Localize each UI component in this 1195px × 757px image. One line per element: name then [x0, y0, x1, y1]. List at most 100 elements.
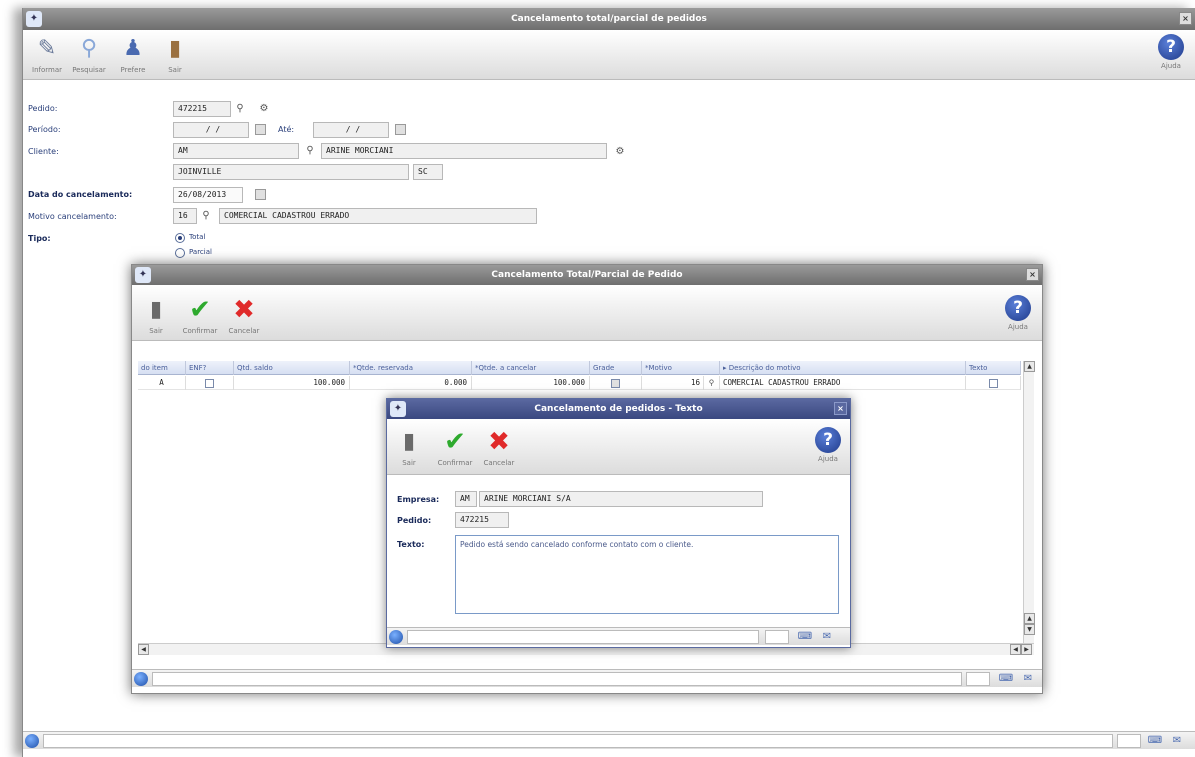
- close-icon[interactable]: ×: [1026, 268, 1039, 281]
- chat-icon[interactable]: ✉: [1020, 672, 1036, 686]
- text-cancelar-label: Cancelar: [483, 459, 515, 467]
- cancel-x-icon: ✖: [233, 295, 255, 325]
- status-field: [43, 734, 1113, 748]
- grid-header: do item ENF? Qtd. saldo *Qtde. reservada…: [138, 361, 1021, 375]
- dialog-statusbar: ⌨ ✉: [132, 669, 1042, 687]
- col-header-item[interactable]: do item: [138, 361, 186, 375]
- search-icon[interactable]: ⚲: [233, 102, 247, 116]
- grade-icon[interactable]: [611, 378, 620, 388]
- status-field: [407, 630, 759, 644]
- globe-icon[interactable]: [134, 672, 148, 686]
- keyboard-icon[interactable]: ⌨: [998, 672, 1014, 686]
- text-ajuda-label: Ajuda: [818, 455, 838, 463]
- pedido-label: Pedido:: [397, 516, 432, 525]
- prefere-button[interactable]: ♟ Prefere: [113, 34, 153, 74]
- exit-door-icon: ▮: [149, 297, 163, 322]
- tipo-label: Tipo:: [28, 234, 51, 243]
- cell-cancelar[interactable]: 100.000: [472, 376, 590, 390]
- cell-motivo[interactable]: 16: [642, 376, 704, 390]
- calendar-icon[interactable]: [395, 124, 406, 135]
- app-system-icon[interactable]: ✦: [135, 267, 151, 283]
- text-sair-button[interactable]: ▮ Sair: [389, 427, 429, 467]
- periodo-to-input[interactable]: / /: [313, 122, 389, 138]
- check-icon: ✔: [189, 295, 211, 325]
- sair-button[interactable]: ▮ Sair: [155, 34, 195, 74]
- pesquisar-label: Pesquisar: [72, 66, 106, 74]
- text-confirmar-button[interactable]: ✔ Confirmar: [435, 427, 475, 467]
- cancel-dialog-titlebar: ✦ Cancelamento Total/Parcial de Pedido ×: [132, 265, 1042, 285]
- text-ajuda-button[interactable]: ? Ajuda: [808, 427, 848, 463]
- close-icon[interactable]: ×: [1179, 12, 1192, 25]
- texto-textarea[interactable]: Pedido está sendo cancelado conforme con…: [455, 535, 839, 614]
- app-system-icon[interactable]: ✦: [390, 401, 406, 417]
- texto-checkbox[interactable]: [988, 378, 998, 388]
- exit-door-icon: ▮: [168, 36, 182, 61]
- scroll-up-icon[interactable]: ▲: [1024, 361, 1035, 372]
- cidade-field: JOINVILLE: [173, 164, 409, 180]
- ajuda-button[interactable]: ? Ajuda: [1151, 34, 1191, 70]
- cell-grade: [590, 376, 642, 390]
- cliente-code-input[interactable]: AM: [173, 143, 299, 159]
- dialog-confirmar-button[interactable]: ✔ Confirmar: [180, 295, 220, 335]
- informar-button[interactable]: ✎ Informar: [27, 34, 67, 74]
- pedido-field: 472215: [455, 512, 509, 528]
- col-header-cancelar[interactable]: *Qtde. a cancelar: [472, 361, 590, 375]
- col-header-enf[interactable]: ENF?: [186, 361, 234, 375]
- tipo-parcial-label: Parcial: [189, 248, 212, 256]
- pedido-input[interactable]: 472215: [173, 101, 231, 117]
- chat-icon[interactable]: ✉: [1169, 734, 1185, 748]
- main-titlebar: ✦ Cancelamento total/parcial de pedidos …: [23, 8, 1195, 30]
- col-header-grade[interactable]: Grade: [590, 361, 642, 375]
- scroll-left-icon[interactable]: ◀: [1010, 644, 1021, 655]
- keyboard-icon[interactable]: ⌨: [1147, 734, 1163, 748]
- periodo-label: Período:: [28, 125, 61, 134]
- tipo-parcial-radio[interactable]: [175, 248, 185, 258]
- calendar-icon[interactable]: [255, 124, 266, 135]
- keyboard-icon[interactable]: ⌨: [797, 630, 813, 644]
- dialog-ajuda-button[interactable]: ? Ajuda: [998, 295, 1038, 331]
- col-header-texto[interactable]: Texto: [966, 361, 1021, 375]
- uf-field: SC: [413, 164, 443, 180]
- dialog-sair-button[interactable]: ▮ Sair: [136, 295, 176, 335]
- prefere-label: Prefere: [120, 66, 146, 74]
- scroll-right-icon[interactable]: ▶: [1021, 644, 1032, 655]
- scroll-down-icon[interactable]: ▼: [1024, 624, 1035, 635]
- scroll-up-icon[interactable]: ▲: [1024, 613, 1035, 624]
- dialog-cancelar-button[interactable]: ✖ Cancelar: [224, 295, 264, 335]
- dialog-sair-label: Sair: [149, 327, 163, 335]
- search-icon[interactable]: ⚲: [199, 209, 213, 223]
- col-header-reservada[interactable]: *Qtde. reservada: [350, 361, 472, 375]
- enf-checkbox[interactable]: [205, 378, 214, 388]
- globe-icon[interactable]: [25, 734, 39, 748]
- data-cancelamento-input[interactable]: 26/08/2013: [173, 187, 243, 203]
- text-cancelar-button[interactable]: ✖ Cancelar: [479, 427, 519, 467]
- pedido-label: Pedido:: [28, 104, 58, 113]
- pesquisar-button[interactable]: ⚲ Pesquisar: [69, 34, 109, 74]
- cell-saldo: 100.000: [234, 376, 350, 390]
- empresa-label: Empresa:: [397, 495, 440, 504]
- dialog-confirmar-label: Confirmar: [182, 327, 218, 335]
- filter-icon[interactable]: ⚙: [613, 145, 627, 159]
- table-row[interactable]: A 100.000 0.000 100.000 16 ⚲ COMERCIAL C…: [138, 376, 1021, 390]
- motivo-code-input[interactable]: 16: [173, 208, 197, 224]
- col-header-descricao[interactable]: ▸ Descrição do motivo: [720, 361, 966, 375]
- text-dialog-titlebar: ✦ Cancelamento de pedidos - Texto ×: [387, 399, 850, 419]
- close-icon[interactable]: ×: [834, 402, 847, 415]
- periodo-from-input[interactable]: / /: [173, 122, 249, 138]
- scroll-left-icon[interactable]: ◀: [138, 644, 149, 655]
- calendar-icon[interactable]: [255, 189, 266, 200]
- app-system-icon[interactable]: ✦: [26, 11, 42, 27]
- motivo-label: Motivo cancelamento:: [28, 212, 117, 221]
- col-header-saldo[interactable]: Qtd. saldo: [234, 361, 350, 375]
- tipo-total-radio[interactable]: [175, 233, 185, 243]
- search-icon[interactable]: ⚲: [704, 376, 720, 390]
- col-header-motivo[interactable]: *Motivo: [642, 361, 720, 375]
- grid-vscrollbar[interactable]: ▲ ▲ ▼: [1023, 361, 1035, 646]
- chat-icon[interactable]: ✉: [819, 630, 835, 644]
- search-icon[interactable]: ⚲: [303, 144, 317, 158]
- status-field-small: [966, 672, 990, 686]
- globe-icon[interactable]: [389, 630, 403, 644]
- ate-label: Até:: [278, 125, 295, 134]
- informar-label: Informar: [32, 66, 62, 74]
- filter-icon[interactable]: ⚙: [257, 102, 271, 116]
